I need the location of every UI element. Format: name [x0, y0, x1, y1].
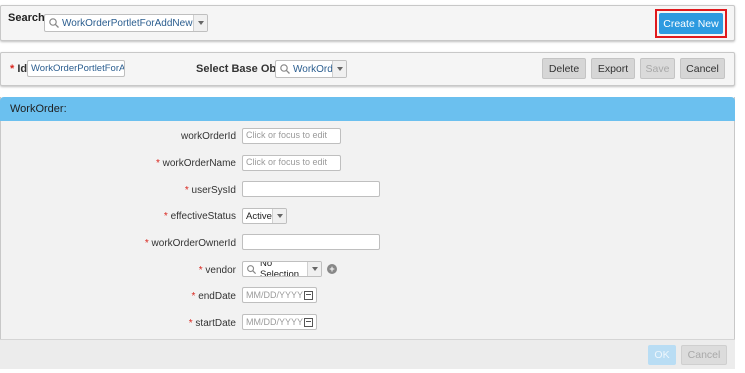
- field-label-usersysid: * userSysId: [184, 185, 236, 196]
- form-header: [0, 97, 735, 121]
- chevron-down-icon[interactable]: [193, 15, 207, 31]
- chevron-down-icon[interactable]: [307, 262, 321, 276]
- startdate-input[interactable]: MM/DD/YYYY: [242, 314, 317, 330]
- search-icon: [247, 264, 257, 274]
- effectivestatus-value: Active: [246, 210, 272, 222]
- add-vendor-icon[interactable]: +: [327, 264, 337, 274]
- search-value: WorkOrderPortletForAddNewCWF (...: [62, 17, 193, 29]
- field-label-workorderownerid: * workOrderOwnerId: [144, 238, 236, 249]
- effectivestatus-select[interactable]: Active: [242, 208, 287, 224]
- id-input[interactable]: WorkOrderPortletForAddNe: [27, 60, 125, 77]
- chevron-down-icon[interactable]: [272, 209, 286, 223]
- delete-button[interactable]: Delete: [542, 58, 586, 79]
- field-label-vendor: * vendor: [198, 265, 236, 276]
- base-object-combo[interactable]: WorkOrder: [275, 60, 347, 78]
- form-footer: [0, 339, 735, 369]
- startdate-placeholder: MM/DD/YYYY: [246, 317, 304, 327]
- usersysid-input[interactable]: [242, 181, 380, 197]
- enddate-placeholder: MM/DD/YYYY: [246, 290, 304, 300]
- chevron-down-icon[interactable]: [332, 61, 346, 77]
- field-label-workorderid: workOrderId: [180, 131, 236, 142]
- vendor-value: No Selection: [260, 261, 300, 277]
- form-title: WorkOrder:: [10, 103, 67, 115]
- workorderownerid-input[interactable]: [242, 234, 380, 250]
- search-icon: [280, 64, 290, 74]
- vendor-select[interactable]: No Selection: [242, 261, 322, 277]
- field-label-startdate: * startDate: [188, 318, 236, 329]
- search-combo[interactable]: WorkOrderPortletForAddNewCWF (...: [44, 14, 208, 32]
- calendar-icon[interactable]: [304, 290, 313, 300]
- save-button[interactable]: Save: [640, 58, 675, 79]
- cancel-button[interactable]: Cancel: [680, 58, 725, 79]
- workorderid-input[interactable]: Click or focus to edit: [242, 128, 341, 144]
- calendar-icon[interactable]: [304, 317, 313, 327]
- id-label: * Id: [10, 63, 27, 75]
- export-button[interactable]: Export: [591, 58, 635, 79]
- field-label-workordername: * workOrderName: [155, 158, 236, 169]
- cancel-button[interactable]: Cancel: [681, 345, 727, 365]
- id-label-text: Id: [17, 63, 28, 75]
- ok-button[interactable]: OK: [648, 345, 676, 365]
- field-label-enddate: * endDate: [191, 291, 237, 302]
- field-label-effectivestatus: * effectiveStatus: [163, 211, 236, 222]
- search-icon: [49, 18, 59, 28]
- enddate-input[interactable]: MM/DD/YYYY: [242, 287, 317, 303]
- create-new-button[interactable]: Create New: [659, 13, 723, 34]
- base-object-value: WorkOrder: [293, 63, 332, 75]
- required-mark: *: [10, 63, 15, 75]
- workordername-input[interactable]: Click or focus to edit: [242, 155, 341, 171]
